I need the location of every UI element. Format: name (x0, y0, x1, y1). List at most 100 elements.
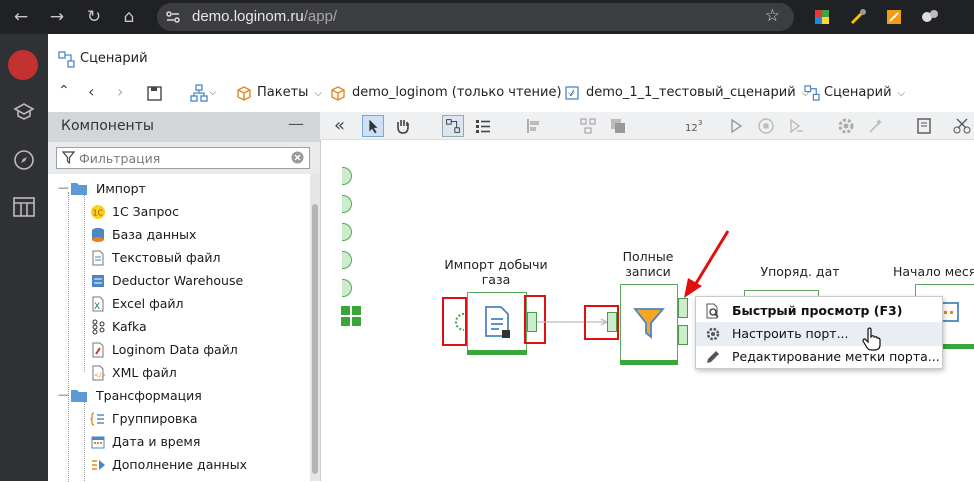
warehouse-icon (90, 273, 106, 289)
menu-item-quick-view[interactable]: Быстрый просмотр (F3) (696, 299, 942, 323)
address-bar[interactable]: demo.loginom.ru/app/ ☆ (157, 3, 794, 31)
note-icon[interactable] (914, 116, 934, 136)
filter-icon (62, 151, 75, 164)
output-port-rejected[interactable] (678, 325, 688, 345)
loginom-logo[interactable] (8, 50, 38, 80)
nav-forward-icon[interactable]: › (117, 82, 123, 101)
home-icon[interactable]: ⌂ (118, 6, 140, 28)
svg-text:3: 3 (698, 119, 702, 127)
package-icon (236, 85, 252, 101)
collapse-up-icon[interactable]: ⌃ (58, 83, 70, 99)
database-icon (90, 227, 106, 243)
node-label-import: Импорт добычи газа (440, 257, 552, 287)
run-partial-icon[interactable] (786, 116, 806, 136)
node-label-full-records: Полные записи (606, 249, 690, 279)
tree-scrollbar[interactable] (310, 174, 320, 481)
layers-icon[interactable] (608, 116, 628, 136)
node-status-bar (467, 350, 527, 355)
forward-icon[interactable]: → (46, 6, 68, 28)
calendar-icon (90, 434, 106, 450)
hierarchy-icon[interactable] (190, 84, 208, 102)
highlight-box (442, 297, 467, 346)
group-nodes-icon[interactable] (578, 116, 598, 136)
components-panel-title: Компоненты (61, 118, 154, 134)
align-icon[interactable] (524, 116, 544, 136)
filter-field[interactable] (56, 147, 310, 169)
scenario-tab[interactable]: Сценарий (48, 44, 974, 74)
node-wizard-icon[interactable] (866, 116, 886, 136)
hand-pan-icon[interactable] (393, 116, 413, 136)
data-fill-icon (90, 457, 106, 473)
filter-funnel-icon (633, 307, 665, 339)
folder-icon (70, 181, 88, 196)
clear-icon[interactable] (291, 151, 304, 164)
components-panel-header: Компоненты — (48, 112, 320, 142)
svg-text:1C: 1C (93, 209, 104, 218)
port-context-menu: Быстрый просмотр (F3) Настроить порт... … (695, 296, 943, 369)
profile-icon[interactable] (920, 7, 940, 27)
list-view-icon[interactable] (473, 116, 493, 136)
settings-gear-icon[interactable] (836, 116, 856, 136)
pencil-icon (705, 349, 721, 365)
menu-item-edit-port-label[interactable]: Редактирование метки порта... (696, 345, 942, 369)
text-file-icon (90, 250, 106, 266)
extension-tools-icon[interactable] (884, 7, 904, 27)
collapse-icon[interactable]: — (58, 388, 69, 401)
select-pointer-icon[interactable] (362, 115, 384, 137)
nav-back-icon[interactable]: ‹ (88, 82, 94, 101)
package-icon (330, 85, 346, 101)
back-icon[interactable]: ← (10, 6, 32, 28)
module-icon (564, 85, 580, 101)
collapse-icon[interactable]: — (58, 181, 69, 194)
excel-icon: X (90, 296, 106, 312)
browser-toolbar: ← → ↻ ⌂ demo.loginom.ru/app/ ☆ (0, 0, 974, 34)
bookmark-star-icon[interactable]: ☆ (765, 6, 780, 26)
menu-item-configure-port[interactable]: Настроить порт... (696, 322, 942, 346)
breadcrumb: ⌃ ‹ › ⌵ Пакеты⌵ demo_loginom (только чте… (48, 78, 974, 108)
breadcrumb-packages[interactable]: Пакеты⌵ (257, 85, 322, 100)
svg-text:X: X (94, 302, 100, 312)
numbering-icon[interactable]: 123 (684, 116, 706, 136)
node-full-records[interactable] (620, 284, 678, 364)
scenario-icon (804, 85, 820, 101)
components-panel: Компоненты — — Импорт 1C 1С Запр (48, 112, 320, 481)
filter-input[interactable] (79, 150, 284, 166)
xml-icon: </> (90, 365, 106, 381)
add-variables-icon[interactable] (340, 305, 362, 327)
output-port-passed[interactable] (678, 298, 688, 318)
breadcrumb-module[interactable]: demo_1_1_тестовый_сценарий⌵ (586, 85, 809, 100)
table-icon[interactable] (12, 195, 36, 219)
chevron-down-icon: ⌵ (314, 88, 322, 99)
gear-icon (705, 326, 721, 342)
eyedropper-icon[interactable] (848, 7, 868, 27)
workflow-view-icon[interactable] (442, 115, 464, 137)
minimize-icon[interactable]: — (288, 114, 304, 133)
collapse-panel-icon[interactable]: « (334, 114, 356, 138)
chevron-down-icon[interactable]: ⌵ (209, 87, 217, 98)
svg-text:12: 12 (685, 123, 698, 134)
app-sidebar (0, 34, 48, 481)
cut-icon[interactable] (952, 116, 972, 136)
scrollbar-thumb[interactable] (312, 204, 318, 474)
svg-text:</>: </> (94, 372, 106, 379)
compass-icon[interactable] (12, 148, 36, 172)
quick-view-icon (705, 303, 721, 319)
packages-icon[interactable] (12, 100, 36, 124)
breadcrumb-demo-loginom[interactable]: demo_loginom (только чтение)⌵ (352, 85, 575, 100)
run-icon[interactable] (726, 116, 746, 136)
node-import-gas[interactable] (467, 292, 527, 354)
scenario-tab-label: Сценарий (80, 51, 148, 66)
highlight-box (584, 305, 619, 340)
url-text: demo.loginom.ru/app/ (192, 8, 337, 25)
node-label-month-start: Начало меся (893, 264, 974, 279)
loginom-data-icon (90, 342, 106, 358)
save-icon[interactable] (146, 85, 163, 102)
extension-colorful-icon[interactable] (812, 7, 832, 27)
breadcrumb-scenario[interactable]: Сценарий⌵ (824, 85, 905, 100)
grouping-icon (90, 411, 106, 427)
site-settings-icon[interactable] (165, 9, 181, 25)
node-label-sort-dates: Упоряд. дат (752, 264, 848, 279)
annotation-arrow (680, 228, 732, 300)
stop-icon[interactable] (756, 116, 776, 136)
reload-icon[interactable]: ↻ (83, 6, 105, 28)
